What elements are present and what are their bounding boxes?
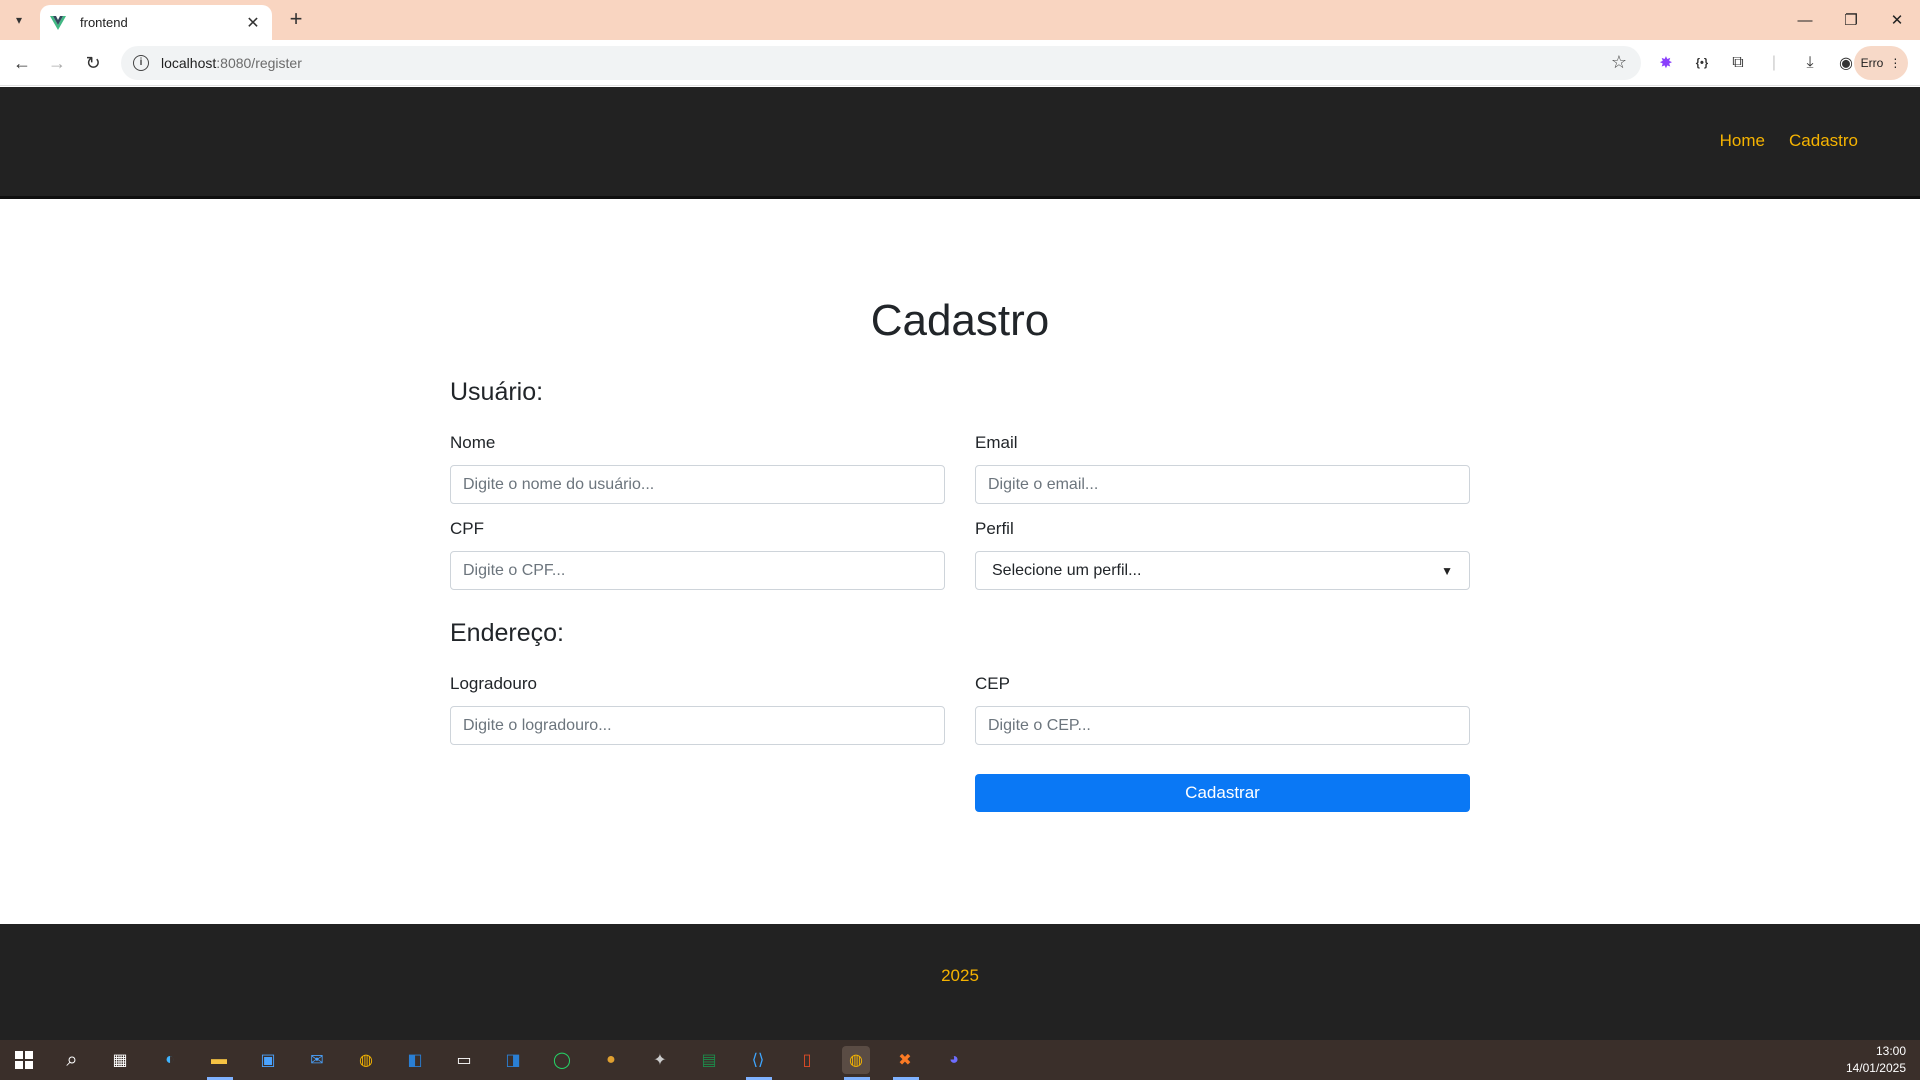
url-host: localhost	[161, 55, 217, 71]
edge-browser-icon[interactable]: ◐	[156, 1046, 184, 1074]
forward-arrow-icon[interactable]: →	[43, 49, 71, 77]
search-icon[interactable]: ⌕	[58, 1046, 86, 1074]
nav-link-home[interactable]: Home	[1720, 131, 1765, 151]
taskbar-clock[interactable]: 13:00 14/01/2025	[1846, 1043, 1906, 1077]
tab-close-icon[interactable]: ✕	[244, 13, 262, 33]
site-footer: 2025	[0, 924, 1920, 1040]
field-cep: CEP	[975, 674, 1470, 745]
clock-date: 14/01/2025	[1845, 1061, 1906, 1075]
section-title-usuario: Usuário:	[450, 378, 544, 406]
logradouro-input[interactable]	[450, 706, 945, 745]
chrome-active-icon[interactable]: ◍	[842, 1046, 870, 1074]
site-nav: Home Cadastro	[1720, 131, 1858, 151]
microsoft-store-icon[interactable]: ▣	[254, 1046, 282, 1074]
back-arrow-icon[interactable]: ←	[8, 49, 36, 77]
url-path: :8080/register	[216, 55, 302, 71]
field-perfil: Perfil Selecione um perfil... ▼	[975, 519, 1470, 590]
label-email: Email	[975, 433, 1018, 452]
email-input[interactable]	[975, 465, 1470, 504]
close-window-icon[interactable]: ✕	[1874, 0, 1920, 40]
reload-icon[interactable]: ↻	[79, 49, 107, 77]
toolbar-divider: |	[1771, 54, 1777, 71]
vue-logo-icon	[50, 15, 66, 30]
perfil-select[interactable]: Selecione um perfil... ▼	[975, 551, 1470, 590]
cadastrar-button[interactable]: Cadastrar	[975, 774, 1470, 812]
mail-icon[interactable]: ✉	[303, 1046, 331, 1074]
label-perfil: Perfil	[975, 519, 1014, 538]
download-icon[interactable]: ⤓	[1796, 49, 1824, 77]
tab-search-chevron-icon[interactable]: ▾	[6, 8, 32, 32]
minimize-icon[interactable]: —	[1782, 0, 1828, 40]
label-cpf: CPF	[450, 519, 484, 538]
new-tab-plus-icon[interactable]: +	[283, 8, 309, 32]
address-bar[interactable]: i localhost:8080/register ☆	[121, 46, 1641, 80]
nav-link-cadastro[interactable]: Cadastro	[1789, 131, 1858, 151]
task-view-icon[interactable]: ▦	[106, 1046, 134, 1074]
whatsapp-icon[interactable]: ◯	[548, 1046, 576, 1074]
site-header: Home Cadastro	[0, 87, 1920, 199]
cep-input[interactable]	[975, 706, 1470, 745]
section-title-endereco: Endereço:	[450, 619, 564, 647]
app-ball-icon[interactable]: ●	[597, 1046, 625, 1074]
footer-year: 2025	[941, 966, 979, 985]
clock-time: 13:00	[1875, 1044, 1906, 1058]
app-tool-icon[interactable]: ✦	[646, 1046, 674, 1074]
profile-chip-label: Erro	[1860, 56, 1884, 70]
menu-kebab-icon[interactable]: ⋮	[1889, 56, 1901, 70]
windows-start-icon[interactable]	[10, 1046, 38, 1074]
tab-title: frontend	[80, 15, 128, 30]
app-document-icon[interactable]: ▯	[793, 1046, 821, 1074]
extension-flower-icon[interactable]: ✸	[1652, 49, 1680, 77]
xampp-icon[interactable]: ✖	[891, 1046, 919, 1074]
file-explorer-icon[interactable]: ▬	[205, 1046, 233, 1074]
windows-taskbar: ⌕ ▦ ◐ ▬ ▣ ✉ ◍ ◧ ▭ ◨ ◯ ● ✦ ▤ ⟨⟩ ▯ ◍ ✖ ◕ 1…	[0, 1040, 1920, 1080]
field-cpf: CPF	[450, 519, 945, 590]
chrome-icon[interactable]: ◍	[352, 1046, 380, 1074]
nome-input[interactable]	[450, 465, 945, 504]
bookmark-star-icon[interactable]: ☆	[1611, 52, 1627, 73]
extensions-area: ✸ {•} ⧉ | ⤓ ◉	[1652, 49, 1860, 77]
excel-icon[interactable]: ▤	[695, 1046, 723, 1074]
browser-toolbar: ← → ↻ i localhost:8080/register ☆ ✸ {•} …	[0, 40, 1920, 86]
field-logradouro: Logradouro	[450, 674, 945, 745]
outlook-icon[interactable]: ◧	[401, 1046, 429, 1074]
browser-tabbar: ▾ frontend ✕ + — ❐ ✕	[0, 0, 1920, 40]
extension-braces-icon[interactable]: {•}	[1688, 49, 1716, 77]
restore-icon[interactable]: ❐	[1828, 0, 1874, 40]
cpf-input[interactable]	[450, 551, 945, 590]
window-controls: — ❐ ✕	[1782, 0, 1920, 40]
chevron-down-icon: ▼	[1441, 563, 1453, 578]
page-title: Cadastro	[870, 296, 1050, 345]
label-cep: CEP	[975, 674, 1010, 693]
site-info-icon[interactable]: i	[133, 55, 149, 71]
label-logradouro: Logradouro	[450, 674, 537, 693]
field-nome: Nome	[450, 433, 945, 504]
perfil-select-value: Selecione um perfil...	[992, 561, 1142, 579]
app-circle-icon[interactable]: ◕	[940, 1046, 968, 1074]
terminal-icon[interactable]: ▭	[450, 1046, 478, 1074]
profile-chip[interactable]: Erro ⋮	[1854, 46, 1908, 80]
field-email: Email	[975, 433, 1470, 504]
label-nome: Nome	[450, 433, 496, 452]
browser-tab[interactable]: frontend ✕	[40, 5, 272, 40]
extensions-puzzle-icon[interactable]: ⧉	[1724, 49, 1752, 77]
outlook-new-icon[interactable]: ◨	[499, 1046, 527, 1074]
vscode-icon[interactable]: ⟨⟩	[744, 1046, 772, 1074]
